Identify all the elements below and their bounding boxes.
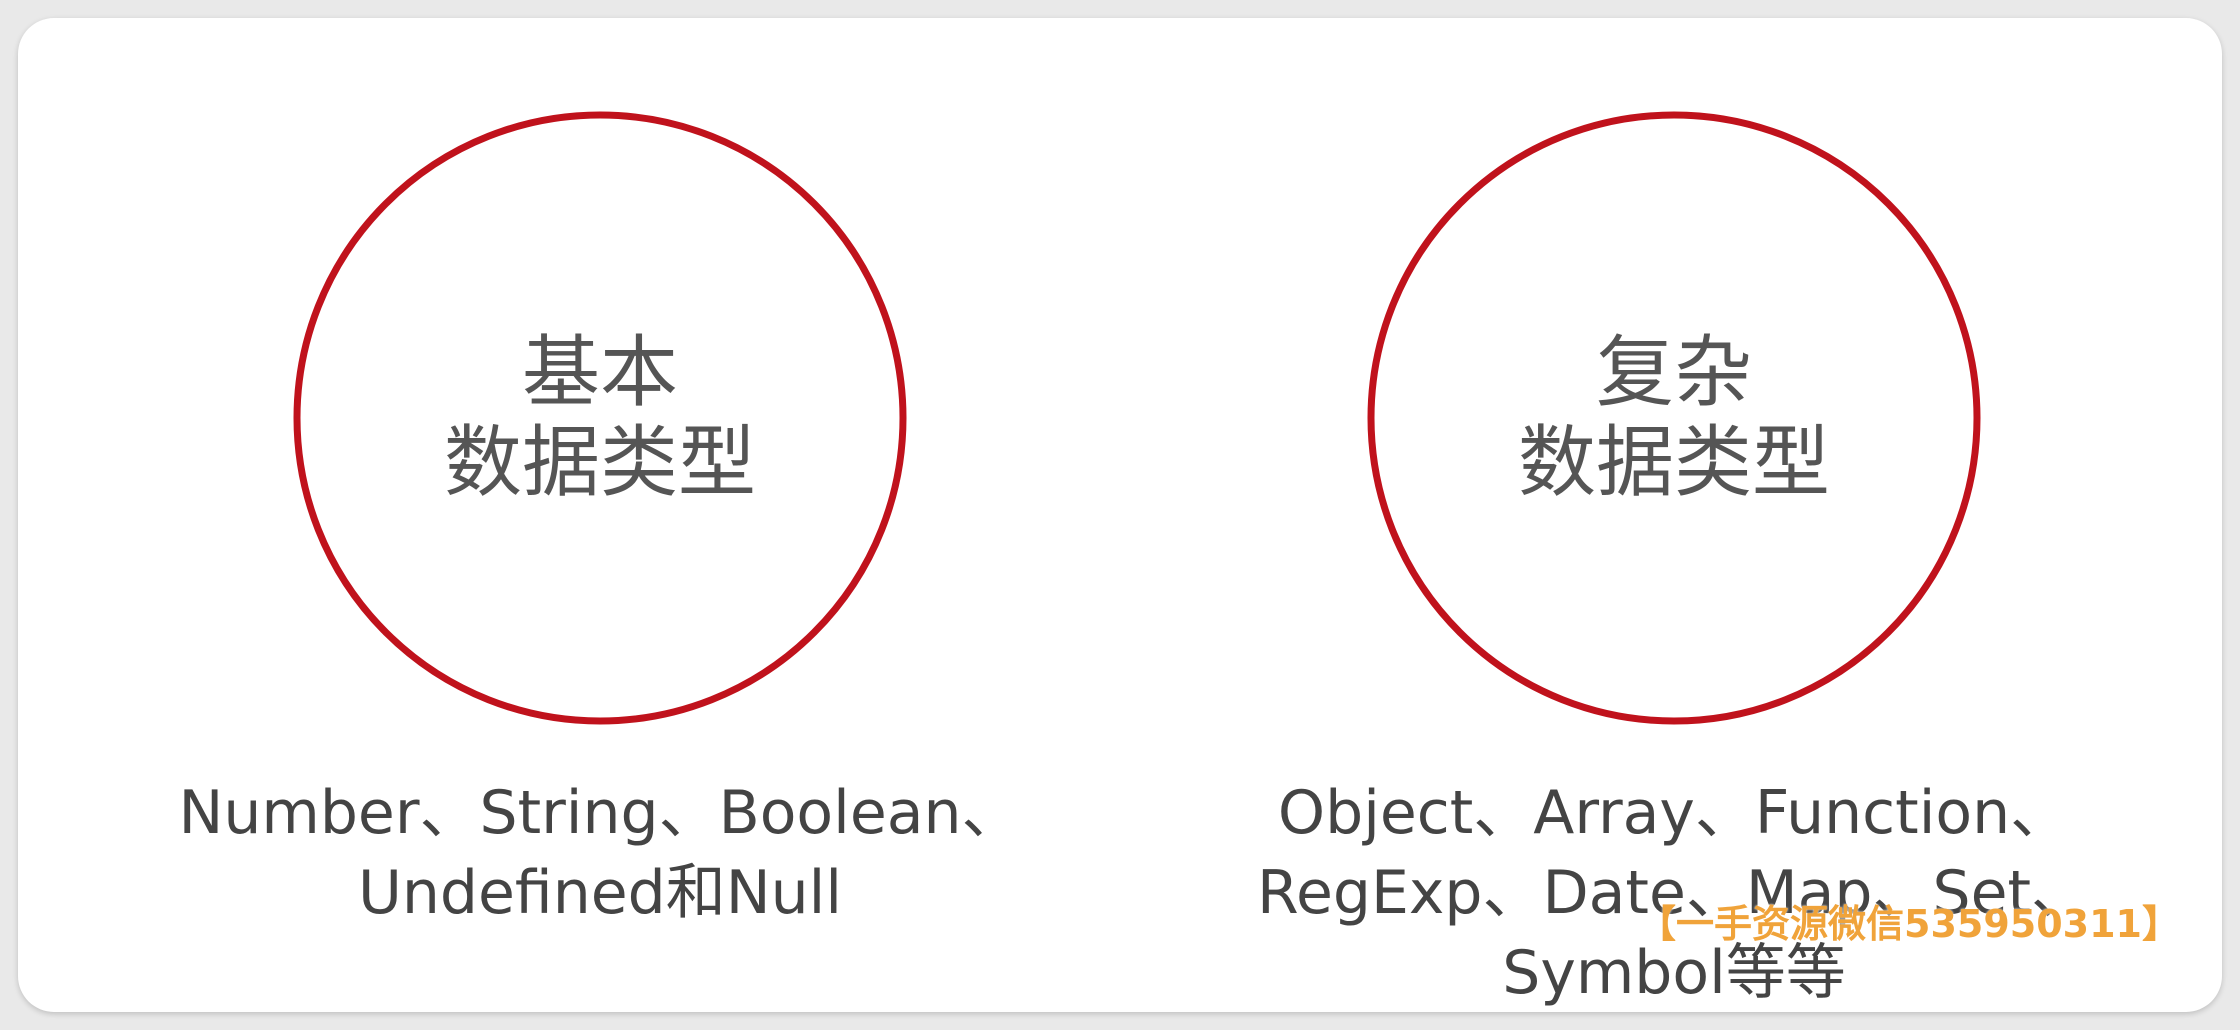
- complex-title-line2: 数据类型: [1517, 418, 1830, 508]
- primitive-list-line2: Undefined和Null: [357, 858, 843, 928]
- primitive-title-line1: 基本: [521, 328, 678, 418]
- primitive-list-line1: Number、String、Boolean、: [178, 778, 1022, 848]
- primitive-type-list: Number、String、Boolean、 Undefined和Null: [178, 773, 1021, 933]
- complex-circle-label: 复杂 数据类型: [1474, 328, 1874, 508]
- primitive-title-line2: 数据类型: [443, 418, 756, 508]
- complex-title-line1: 复杂: [1595, 328, 1752, 418]
- primitive-circle-label: 基本 数据类型: [400, 328, 800, 508]
- watermark-text: 【一手资源微信535950311】: [1638, 902, 2180, 946]
- slide-canvas: 基本 数据类型 复杂 数据类型 Number、String、Boolean、 U…: [18, 18, 2222, 1012]
- complex-list-line1: Object、Array、Function、: [1277, 778, 2071, 848]
